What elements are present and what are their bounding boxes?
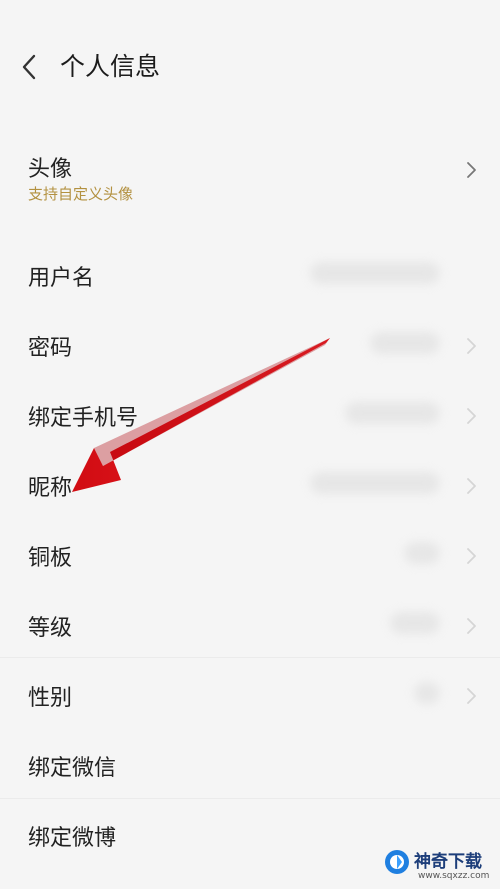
coins-value-blurred	[404, 542, 440, 564]
password-value-blurred	[370, 332, 440, 354]
wechat-label: 绑定微信	[28, 756, 117, 781]
username-label: 用户名	[28, 266, 95, 291]
logo-icon	[385, 850, 409, 874]
chevron-right-icon	[467, 408, 476, 424]
chevron-right-icon	[467, 162, 476, 178]
chevron-right-icon	[467, 338, 476, 354]
nickname-value-blurred	[310, 472, 440, 494]
password-row[interactable]: 密码	[0, 310, 500, 380]
phone-label: 绑定手机号	[28, 406, 139, 431]
nickname-row[interactable]: 昵称	[0, 450, 500, 520]
password-label: 密码	[28, 336, 73, 361]
weibo-label: 绑定微博	[28, 826, 117, 851]
divider	[0, 798, 500, 799]
coins-label: 铜板	[28, 546, 73, 571]
phone-row[interactable]: 绑定手机号	[0, 380, 500, 450]
nickname-label: 昵称	[28, 476, 73, 501]
page-title: 个人信息	[60, 52, 161, 81]
avatar-label: 头像	[28, 157, 73, 182]
chevron-right-icon	[467, 618, 476, 634]
coins-row[interactable]: 铜板	[0, 520, 500, 590]
chevron-right-icon	[467, 548, 476, 564]
avatar-subtitle: 支持自定义头像	[28, 185, 134, 203]
level-value-blurred	[390, 612, 440, 634]
gender-row[interactable]: 性别	[0, 660, 500, 728]
phone-value-blurred	[345, 402, 440, 424]
wechat-row[interactable]: 绑定微信	[0, 728, 500, 798]
watermark: 神奇下载 www.sqxzz.com	[384, 845, 494, 885]
username-value-blurred	[310, 262, 440, 284]
gender-label: 性别	[28, 686, 73, 711]
username-row[interactable]: 用户名	[0, 240, 500, 310]
avatar-row[interactable]: 头像 支持自定义头像	[0, 135, 500, 230]
level-label: 等级	[28, 616, 73, 641]
chevron-left-icon	[22, 54, 36, 80]
top-bar: 个人信息	[0, 0, 500, 135]
gender-value-blurred	[414, 682, 440, 704]
back-button[interactable]	[16, 50, 46, 84]
level-row[interactable]: 等级	[0, 590, 500, 658]
chevron-right-icon	[467, 688, 476, 704]
chevron-right-icon	[467, 478, 476, 494]
watermark-name: 神奇下载	[414, 852, 482, 872]
watermark-url: www.sqxzz.com	[418, 871, 490, 881]
